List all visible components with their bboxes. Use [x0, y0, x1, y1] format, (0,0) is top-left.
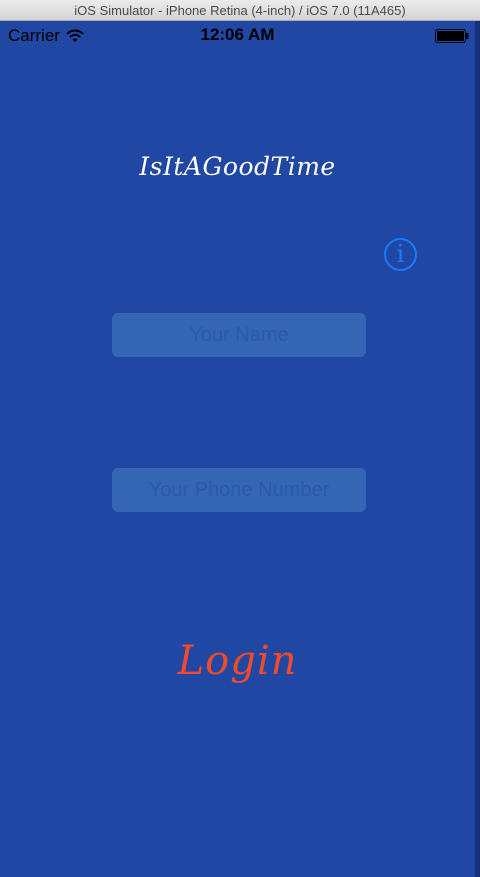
login-button[interactable]: Login: [0, 637, 475, 685]
info-glyph: i: [396, 240, 405, 268]
simulator-frame-edge: [475, 21, 480, 877]
battery-icon: [435, 29, 469, 43]
app-screen: Carrier 12:06 AM IsItAGoodTime i Login: [0, 21, 475, 877]
name-input[interactable]: [112, 313, 366, 357]
phone-number-input[interactable]: [112, 468, 366, 512]
app-title: IsItAGoodTime: [139, 152, 336, 181]
status-time: 12:06 AM: [200, 25, 275, 44]
simulator-window-title: iOS Simulator - iPhone Retina (4-inch) /…: [0, 0, 480, 21]
status-bar: Carrier 12:06 AM: [0, 21, 475, 51]
info-icon[interactable]: i: [384, 238, 417, 271]
window-title-text: iOS Simulator - iPhone Retina (4-inch) /…: [74, 2, 406, 18]
